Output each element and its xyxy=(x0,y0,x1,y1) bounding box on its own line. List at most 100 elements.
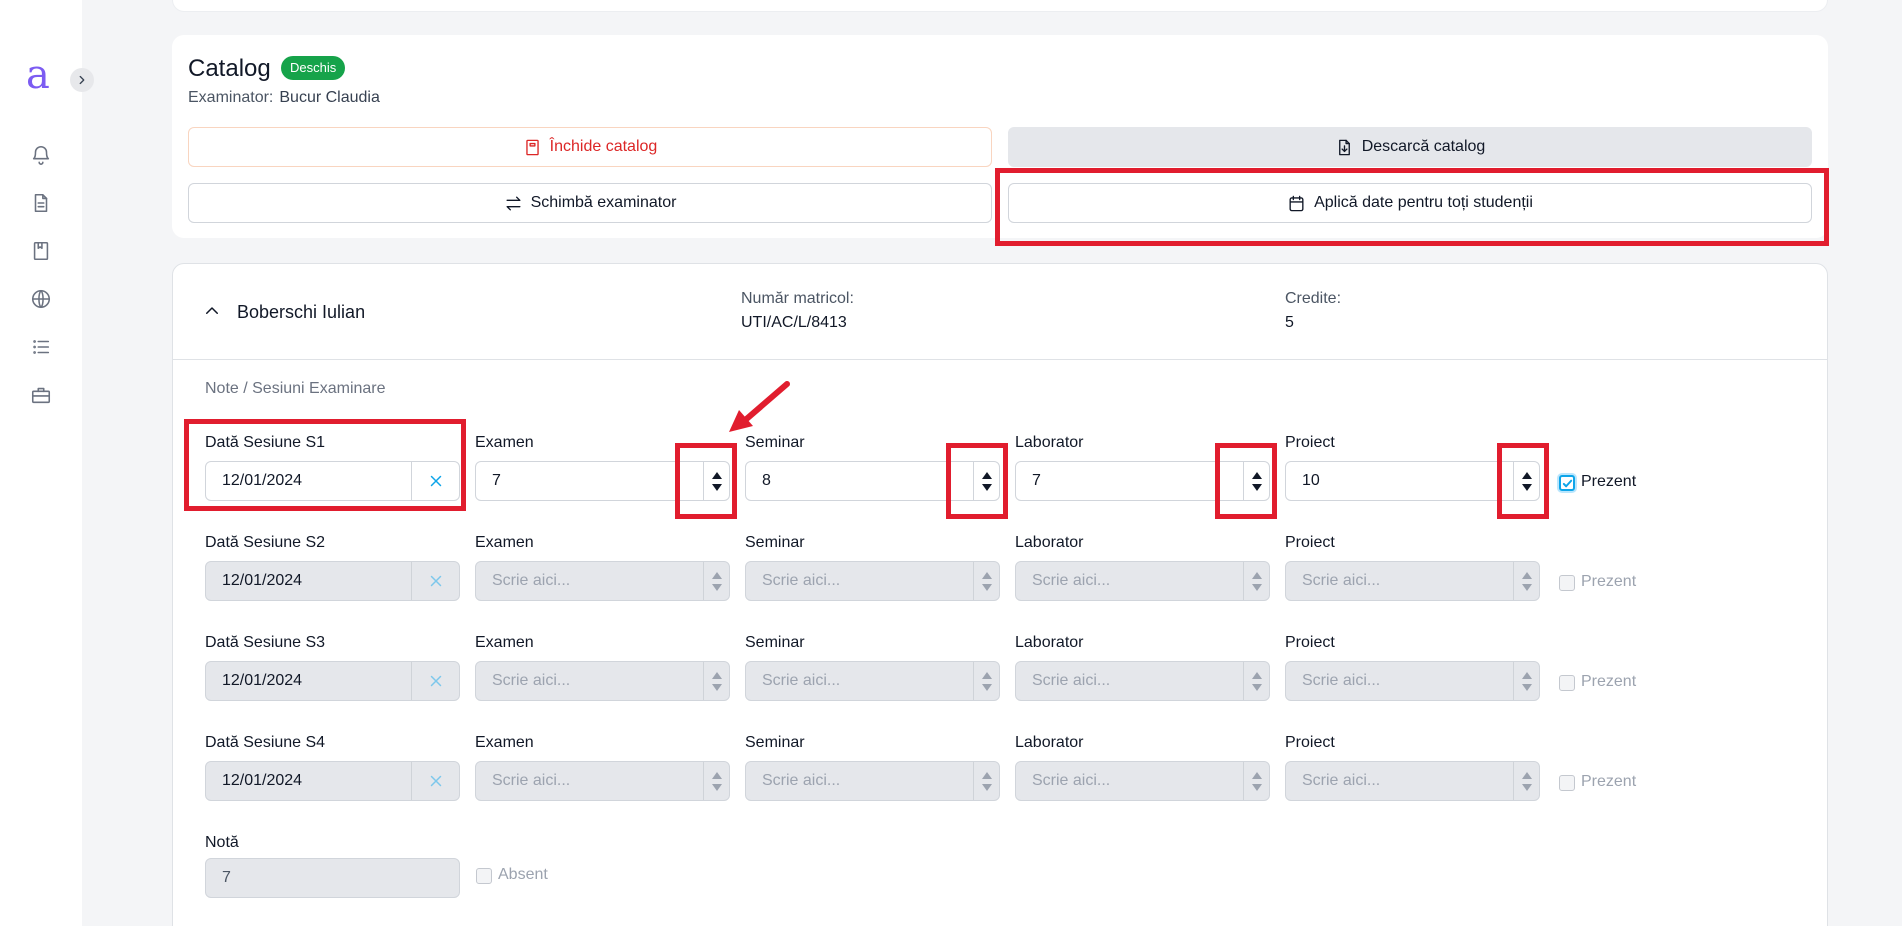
number-stepper[interactable] xyxy=(703,662,729,700)
project-grade-input[interactable]: Scrie aici... xyxy=(1285,661,1540,701)
change-examiner-button[interactable]: Schimbă examinator xyxy=(188,183,992,223)
stepper-down-icon[interactable] xyxy=(1521,683,1532,691)
download-catalog-button[interactable]: Descarcă catalog xyxy=(1008,127,1812,167)
chevron-up-icon[interactable] xyxy=(203,302,221,320)
number-stepper[interactable] xyxy=(973,562,999,600)
clear-date-button[interactable] xyxy=(411,462,459,500)
number-stepper[interactable] xyxy=(703,562,729,600)
number-stepper[interactable] xyxy=(1513,662,1539,700)
seminar-grade-input[interactable]: Scrie aici... xyxy=(745,561,1000,601)
sidebar-expand-button[interactable] xyxy=(70,68,94,92)
stepper-up-icon[interactable] xyxy=(711,571,722,579)
close-icon xyxy=(430,475,441,487)
stepper-down-icon[interactable] xyxy=(1521,483,1532,491)
clear-date-button[interactable] xyxy=(411,662,459,700)
number-stepper[interactable] xyxy=(1513,462,1539,500)
number-stepper[interactable] xyxy=(1243,462,1269,500)
stepper-down-icon[interactable] xyxy=(711,583,722,591)
number-stepper[interactable] xyxy=(1513,562,1539,600)
session-date-label: Dată Sesiune S3 xyxy=(205,634,326,651)
stepper-down-icon[interactable] xyxy=(1521,783,1532,791)
present-checkbox[interactable] xyxy=(1559,575,1575,591)
stepper-up-icon[interactable] xyxy=(1251,671,1262,679)
stepper-up-icon[interactable] xyxy=(1251,471,1262,479)
stepper-down-icon[interactable] xyxy=(711,483,722,491)
present-checkbox[interactable] xyxy=(1559,475,1575,491)
briefcase-icon[interactable] xyxy=(30,384,52,406)
stepper-down-icon[interactable] xyxy=(1251,583,1262,591)
book-icon[interactable] xyxy=(30,240,52,262)
clear-date-button[interactable] xyxy=(411,762,459,800)
session-date-input[interactable]: 12/01/2024 xyxy=(205,661,460,701)
number-stepper[interactable] xyxy=(1243,662,1269,700)
number-stepper[interactable] xyxy=(1243,762,1269,800)
lab-grade-input[interactable]: Scrie aici... xyxy=(1015,761,1270,801)
stepper-up-icon[interactable] xyxy=(981,671,992,679)
placeholder-text: Scrie aici... xyxy=(762,672,841,689)
stepper-down-icon[interactable] xyxy=(711,683,722,691)
stepper-up-icon[interactable] xyxy=(711,471,722,479)
stepper-down-icon[interactable] xyxy=(1521,583,1532,591)
bell-icon[interactable] xyxy=(30,144,52,166)
number-stepper[interactable] xyxy=(973,762,999,800)
examiner-label: Examinator: xyxy=(188,89,274,106)
number-stepper[interactable] xyxy=(703,462,729,500)
exam-grade-input[interactable]: Scrie aici... xyxy=(475,661,730,701)
stepper-up-icon[interactable] xyxy=(1251,571,1262,579)
stepper-up-icon[interactable] xyxy=(1521,571,1532,579)
exam-grade-value: 7 xyxy=(492,472,501,489)
close-catalog-button[interactable]: Închide catalog xyxy=(188,127,992,167)
stepper-up-icon[interactable] xyxy=(981,471,992,479)
lab-grade-input[interactable]: Scrie aici... xyxy=(1015,561,1270,601)
number-stepper[interactable] xyxy=(973,462,999,500)
seminar-grade-input[interactable]: Scrie aici... xyxy=(745,761,1000,801)
exam-grade-input[interactable]: Scrie aici... xyxy=(475,761,730,801)
stepper-down-icon[interactable] xyxy=(981,783,992,791)
stepper-up-icon[interactable] xyxy=(981,771,992,779)
number-stepper[interactable] xyxy=(703,762,729,800)
clear-date-button[interactable] xyxy=(411,562,459,600)
stepper-up-icon[interactable] xyxy=(711,671,722,679)
seminar-grade-input[interactable]: Scrie aici... xyxy=(745,661,1000,701)
stepper-down-icon[interactable] xyxy=(981,483,992,491)
lab-grade-input[interactable]: Scrie aici... xyxy=(1015,661,1270,701)
swap-icon xyxy=(506,195,521,211)
stepper-up-icon[interactable] xyxy=(981,571,992,579)
session-date-input[interactable]: 12/01/2024 xyxy=(205,461,460,501)
stepper-down-icon[interactable] xyxy=(1251,683,1262,691)
session-date-input[interactable]: 12/01/2024 xyxy=(205,761,460,801)
present-checkbox[interactable] xyxy=(1559,775,1575,791)
lab-grade-input[interactable]: 7 xyxy=(1015,461,1270,501)
session-date-input[interactable]: 12/01/2024 xyxy=(205,561,460,601)
stepper-down-icon[interactable] xyxy=(711,783,722,791)
placeholder-text: Scrie aici... xyxy=(492,672,571,689)
document-icon[interactable] xyxy=(30,192,52,214)
stepper-up-icon[interactable] xyxy=(711,771,722,779)
stepper-up-icon[interactable] xyxy=(1521,771,1532,779)
stepper-up-icon[interactable] xyxy=(1521,471,1532,479)
stepper-down-icon[interactable] xyxy=(981,583,992,591)
grade-label: Notă xyxy=(205,834,239,851)
list-icon[interactable] xyxy=(30,336,52,358)
absent-checkbox[interactable] xyxy=(476,868,492,884)
project-grade-input[interactable]: Scrie aici... xyxy=(1285,561,1540,601)
number-stepper[interactable] xyxy=(1243,562,1269,600)
project-grade-input[interactable]: 10 xyxy=(1285,461,1540,501)
placeholder-text: Scrie aici... xyxy=(1032,772,1111,789)
stepper-down-icon[interactable] xyxy=(1251,483,1262,491)
stepper-up-icon[interactable] xyxy=(1251,771,1262,779)
final-grade-input[interactable]: 7 xyxy=(205,858,460,898)
number-stepper[interactable] xyxy=(973,662,999,700)
present-checkbox[interactable] xyxy=(1559,675,1575,691)
stepper-down-icon[interactable] xyxy=(1251,783,1262,791)
seminar-grade-input[interactable]: 8 xyxy=(745,461,1000,501)
stepper-up-icon[interactable] xyxy=(1521,671,1532,679)
project-grade-input[interactable]: Scrie aici... xyxy=(1285,761,1540,801)
number-stepper[interactable] xyxy=(1513,762,1539,800)
apply-dates-button[interactable]: Aplică date pentru toți studenții xyxy=(1008,183,1812,223)
student-header[interactable]: Boberschi Iulian Număr matricol: UTI/AC/… xyxy=(173,264,1827,360)
globe-icon[interactable] xyxy=(30,288,52,310)
stepper-down-icon[interactable] xyxy=(981,683,992,691)
exam-grade-input[interactable]: 7 xyxy=(475,461,730,501)
exam-grade-input[interactable]: Scrie aici... xyxy=(475,561,730,601)
